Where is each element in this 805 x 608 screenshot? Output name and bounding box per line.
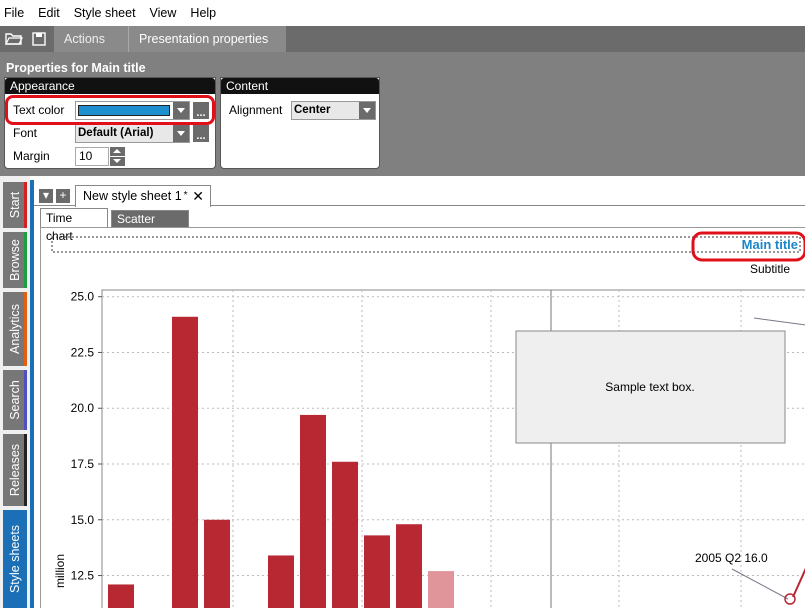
sidebar-tab-search-label: Search (8, 380, 23, 420)
annotation-leader-line (731, 568, 789, 600)
bar[interactable] (364, 535, 390, 608)
sidebar-tab-browse-label: Browse (8, 239, 22, 281)
tab-scatter-chart[interactable]: Scatter chart (111, 210, 189, 242)
bar[interactable] (108, 584, 134, 608)
sidebar: Start Browse Analytics Search Releases S… (0, 176, 30, 608)
tab-time-chart[interactable]: Time chart (40, 208, 108, 243)
margin-input[interactable]: 10 (75, 146, 109, 166)
properties-title: Properties for Main title (6, 61, 146, 75)
sidebar-tab-accent (24, 434, 27, 506)
y-tick-label: 17.5 (71, 457, 95, 471)
ribbon-tab-bar: Actions Presentation properties (0, 26, 805, 72)
y-tick-label: 25.0 (71, 290, 95, 304)
alignment-value: Center (294, 104, 331, 116)
bar[interactable] (332, 461, 358, 608)
document-tab[interactable]: New style sheet 1 * ✕ (75, 185, 211, 207)
alignment-select[interactable]: Center (291, 100, 376, 120)
sidebar-tab-accent (24, 232, 27, 288)
font-more-button[interactable]: ... (193, 124, 209, 142)
text-color-highlight (5, 95, 215, 125)
sample-text-box-label: Sample text box. (605, 380, 694, 394)
y-tick-label: 12.5 (71, 569, 95, 583)
chevron-down-icon[interactable] (359, 101, 375, 119)
font-value: Default (Arial) (78, 127, 154, 139)
sidebar-tab-releases-label: Releases (8, 443, 22, 497)
bar[interactable] (204, 519, 230, 608)
tab-presentation-properties-label: Presentation properties (139, 32, 269, 46)
sidebar-tab-analytics[interactable]: Analytics (3, 292, 27, 366)
menu-view[interactable]: View (150, 6, 177, 20)
bar[interactable] (428, 571, 454, 608)
connector-line (753, 317, 805, 326)
sidebar-tab-start-label: Start (8, 191, 22, 219)
menu-help[interactable]: Help (190, 6, 216, 20)
title-selection-box (51, 236, 801, 253)
sidebar-tab-accent (24, 182, 27, 228)
margin-label: Margin (13, 149, 50, 163)
properties-panel: Properties for Main title Appearance Tex… (0, 52, 805, 176)
bar[interactable] (172, 316, 198, 608)
bar[interactable] (300, 414, 326, 608)
folder-open-icon[interactable] (4, 29, 24, 49)
sidebar-tab-browse[interactable]: Browse (3, 232, 27, 288)
document-tab-bar: ▾ + New style sheet 1 * ✕ (34, 184, 805, 207)
sidebar-tab-search[interactable]: Search (3, 370, 27, 430)
margin-stepper[interactable] (110, 146, 125, 166)
close-icon[interactable]: ✕ (192, 186, 204, 206)
content-header: Content (221, 78, 379, 94)
sidebar-tab-analytics-label: Analytics (8, 303, 22, 355)
menu-bar: File Edit Style sheet View Help (0, 0, 805, 26)
y-tick-label: 15.0 (71, 513, 95, 527)
document-tab-label: New style sheet 1 (83, 189, 182, 203)
chevron-down-icon[interactable] (173, 124, 189, 142)
time-chart[interactable]: Main title Subtitle 25.0 22.5 20.0 17.5 15.0… (41, 228, 805, 608)
appearance-header: Appearance (5, 78, 215, 94)
bar[interactable] (396, 524, 422, 608)
subtitle[interactable]: Subtitle (750, 262, 790, 276)
font-select[interactable]: Default (Arial) (75, 123, 190, 143)
font-label: Font (13, 126, 38, 140)
y-axis-label: million (53, 554, 67, 588)
dropdown-icon[interactable]: ▾ (39, 189, 53, 203)
menu-style-sheet[interactable]: Style sheet (74, 6, 136, 20)
modified-indicator: * (183, 190, 188, 201)
main-title[interactable]: Main title (742, 237, 798, 252)
margin-row: Margin 10 (13, 146, 125, 166)
font-row: Font Default (Arial) ... (13, 123, 209, 143)
tab-presentation-properties[interactable]: Presentation properties (128, 26, 286, 72)
data-annotation: 2005 Q2 16.0 (695, 551, 768, 565)
sidebar-tab-style-sheets-label: Style sheets (8, 524, 22, 594)
sidebar-tab-releases[interactable]: Releases (3, 434, 27, 506)
chevron-down-icon[interactable] (110, 156, 125, 166)
y-tick-label: 20.0 (71, 401, 95, 415)
sidebar-tab-style-sheets[interactable]: Style sheets (3, 510, 27, 608)
bar[interactable] (268, 555, 294, 608)
menu-file[interactable]: File (4, 6, 24, 20)
sidebar-tab-accent (24, 292, 27, 366)
chart-frame: Main title Subtitle 25.0 22.5 20.0 17.5 15.0… (40, 227, 805, 608)
chevron-up-icon[interactable] (110, 146, 125, 156)
save-icon[interactable] (29, 29, 49, 49)
sidebar-tab-accent (24, 370, 27, 430)
add-icon[interactable]: + (56, 189, 70, 203)
tab-actions[interactable]: Actions (54, 26, 128, 52)
alignment-label: Alignment (229, 103, 283, 117)
document-area: ▾ + New style sheet 1 * ✕ Time chart Scat… (34, 176, 805, 608)
content-group: Content Alignment Center (220, 77, 380, 169)
sidebar-tab-start[interactable]: Start (3, 182, 27, 228)
series-line (792, 567, 805, 598)
menu-edit[interactable]: Edit (38, 6, 60, 20)
alignment-row: Alignment Center (229, 100, 376, 120)
y-tick-label: 22.5 (71, 345, 95, 359)
